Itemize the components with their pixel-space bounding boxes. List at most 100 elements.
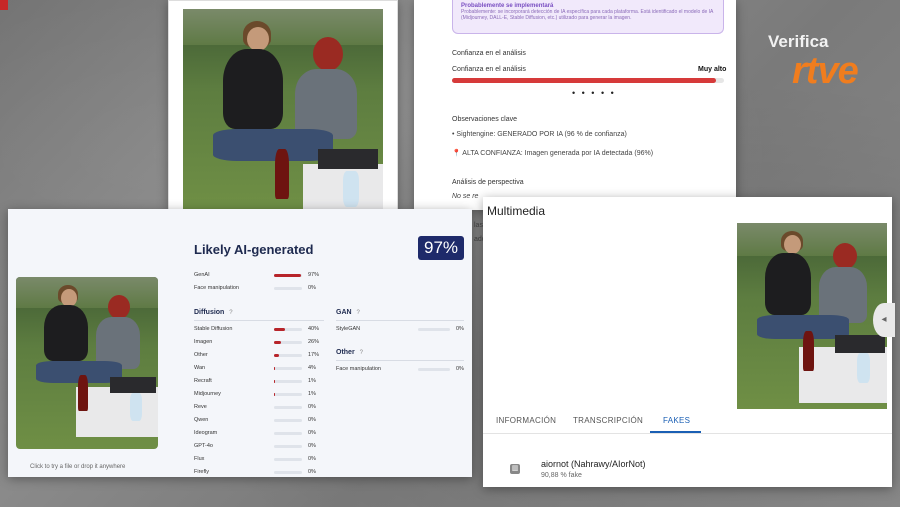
divider [336, 360, 464, 361]
score-row-label: Reve [194, 404, 207, 410]
photo-panel-top [168, 0, 398, 210]
score-row-label: Imagen [194, 339, 213, 345]
confidence-section-title: Confianza en el análisis [452, 50, 526, 57]
score-row-bar [274, 354, 302, 357]
upload-hint[interactable]: Click to try a file or drop it anywhere [30, 464, 125, 470]
diffusion-title: Diffusion [194, 309, 225, 316]
tab-fakes[interactable]: FAKES [663, 416, 690, 425]
photo-man-head [833, 243, 857, 269]
photo-background [737, 223, 887, 257]
perspective-text: No se re [452, 193, 479, 200]
uploaded-image-thumbnail[interactable] [16, 277, 158, 449]
gan-title: GAN [336, 309, 352, 316]
confidence-level: Muy alto [698, 66, 727, 73]
other-group-title: Other ? [336, 349, 363, 356]
score-row-value: 1% [308, 378, 316, 384]
score-row-value: 0% [308, 285, 316, 291]
score-row-bar-fill [274, 354, 279, 357]
score-row-label: Midjourney [194, 391, 221, 397]
score-row-bar [274, 445, 302, 448]
photo-makeup-kit [318, 149, 378, 169]
score-row-label: StyleGAN [336, 326, 361, 332]
info-icon[interactable]: ? [229, 310, 232, 316]
verdict-title: Likely AI-generated [194, 242, 314, 257]
score-row-label: Face manipulation [194, 285, 239, 291]
score-row-bar-fill [274, 367, 276, 370]
score-row-bar [274, 406, 302, 409]
score-row-bar [274, 393, 302, 396]
photo-makeup-scene [183, 9, 383, 209]
info-icon[interactable]: ? [360, 350, 363, 356]
score-row-value: 1% [308, 391, 316, 397]
chart-icon: ▥ [510, 464, 520, 474]
photo-man-head [108, 295, 130, 319]
photo-man-head [313, 37, 343, 71]
aiornot-results-panel: Click to try a file or drop it anywhere … [8, 209, 472, 477]
multimedia-image[interactable] [737, 223, 887, 409]
photo-woman-body [765, 253, 811, 315]
score-row-bar [274, 380, 302, 383]
score-row-bar [274, 432, 302, 435]
photo-water-bottle [857, 353, 870, 383]
score-row-bar [274, 419, 302, 422]
info-icon[interactable]: ? [357, 310, 360, 316]
next-arrow-icon[interactable]: ◂ [873, 303, 895, 337]
score-row-label: Wan [194, 365, 206, 371]
fake-detector-score: 90,88 % fake [541, 472, 582, 479]
score-row-bar [274, 471, 302, 474]
photo-water-bottle [343, 171, 359, 207]
implementation-note: Probablemente se implementará Probableme… [452, 0, 724, 34]
diffusion-group-title: Diffusion ? [194, 309, 233, 316]
score-row-bar [274, 341, 302, 344]
confidence-bar-fill [452, 78, 716, 83]
score-row-bar-fill [274, 328, 286, 331]
photo-makeup-kit [110, 377, 156, 393]
cut-text-fragment: las [474, 222, 483, 229]
score-row-bar [418, 328, 450, 331]
score-row-label: Face manipulation [336, 366, 381, 372]
implementation-note-text: Probablemente: se incorporará detección … [461, 9, 714, 21]
score-row-bar [274, 287, 302, 290]
score-row-bar-fill [274, 274, 302, 277]
warning-pin-icon: 📍 [452, 150, 461, 157]
score-row-value: 26% [308, 339, 320, 345]
multimedia-title: Multimedia [487, 204, 546, 218]
pager-dots[interactable]: • • • • • [572, 88, 616, 98]
gan-group-title: GAN ? [336, 309, 360, 316]
score-row-label: Ideogram [194, 430, 218, 436]
perspective-title: Análisis de perspectiva [452, 179, 524, 186]
tab-transcripcion[interactable]: TRANSCRIPCIÓN [573, 416, 643, 425]
multimedia-panel: Multimedia ◂ INFORMACIÓN TRANSCRIPCIÓN F… [483, 197, 895, 487]
score-row-value: 97% [308, 272, 320, 278]
confidence-label: Confianza en el análisis [452, 66, 526, 73]
divider [336, 320, 464, 321]
score-row-value: 0% [308, 456, 316, 462]
other-title: Other [336, 349, 355, 356]
verdict-percent-badge: 97% [418, 236, 464, 260]
confidence-bar [452, 78, 724, 83]
photo-woman-head [247, 27, 269, 51]
score-row-bar [274, 458, 302, 461]
observation-item-text: ALTA CONFIANZA: Imagen generada por IA d… [462, 150, 654, 157]
rtve-logo: rtve [792, 50, 859, 92]
tab-informacion[interactable]: INFORMACIÓN [496, 416, 556, 425]
score-row-value: 0% [308, 417, 316, 423]
analysis-panel: Probablemente se implementará Probableme… [414, 0, 736, 210]
score-row-label: Flux [194, 456, 205, 462]
score-row-label: Qwen [194, 417, 209, 423]
score-row-label: GenAI [194, 272, 210, 278]
score-row-value: 0% [308, 430, 316, 436]
photo-makeup-kit [835, 335, 885, 353]
fake-detector-name[interactable]: aiornot (Nahrawy/AIorNot) [541, 459, 646, 469]
tab-divider [483, 433, 892, 434]
observations-title: Observaciones clave [452, 116, 517, 123]
score-row-value: 0% [308, 404, 316, 410]
score-row-bar [274, 328, 302, 331]
photo-blood-bottle [803, 331, 814, 371]
score-row-label: Firefly [194, 469, 209, 475]
score-row-label: Recraft [194, 378, 212, 384]
score-row-bar [418, 368, 450, 371]
score-row-label: GPT-4o [194, 443, 213, 449]
photo-woman-head [784, 235, 801, 254]
photo-man-legs [213, 129, 333, 161]
